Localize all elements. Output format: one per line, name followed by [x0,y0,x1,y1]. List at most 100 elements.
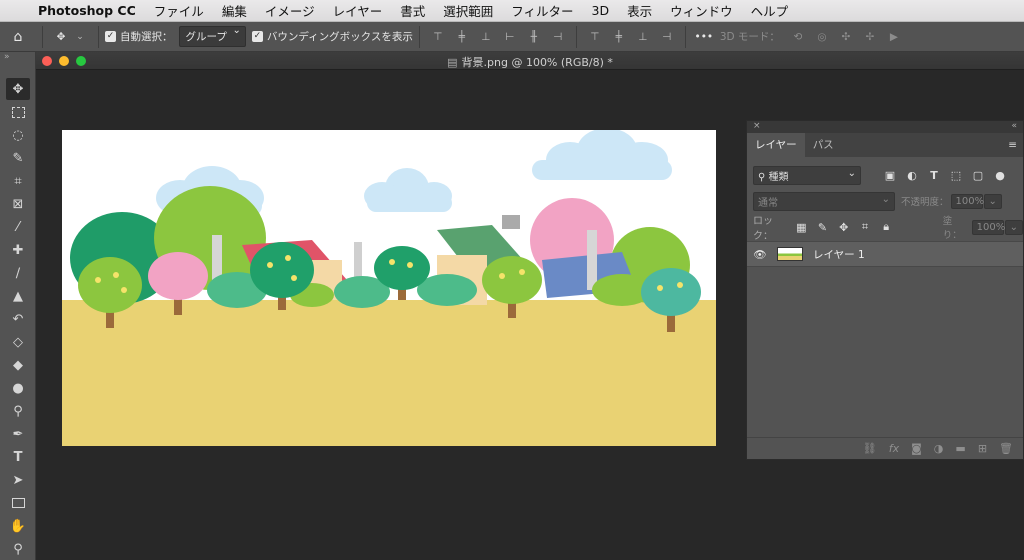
healing-brush-tool-icon[interactable]: ✚ [6,239,30,261]
lock-transparency-icon[interactable]: ▦ [795,220,808,234]
distribute-top-icon[interactable]: ⊤ [586,28,604,46]
bounding-box-checkbox[interactable] [251,31,263,42]
tools-panel: » ✥ ◌ ✎ ⌗ ⊠ ⁄ ✚ ∕ ▲ ↶ ◇ ◆ ● ⚲ ✒ T ➤ ✋ ⚲ [0,52,36,560]
ground-area [62,300,716,446]
3d-slide-icon[interactable]: ✢ [861,28,879,46]
fill-input[interactable]: 100% [971,219,1005,235]
canvas-image[interactable] [62,130,716,446]
stamp-tool-icon[interactable]: ▲ [6,285,30,307]
menu-image[interactable]: イメージ [265,1,315,20]
pixel-filter-icon[interactable]: ▣ [883,168,897,182]
layers-panel-tabs: レイヤー パス ≡ [747,133,1023,157]
home-icon[interactable]: ⌂ [9,28,27,46]
auto-select-dropdown[interactable]: グループ [178,25,246,47]
paint-bucket-tool-icon[interactable]: ◆ [6,354,30,376]
document-file-icon: ▤ [447,56,458,69]
layer-filter-row: ⚲ 種類 ⌄ ▣ ◐ T ⬚ ▢ ● [747,163,1023,187]
eraser-tool-icon[interactable]: ◇ [6,331,30,353]
menu-edit[interactable]: 編集 [222,1,247,20]
close-panel-icon[interactable]: × [753,121,761,131]
crop-tool-icon[interactable]: ⌗ [6,170,30,192]
document-title-text: 背景.png @ 100% (RGB/8) * [461,56,613,69]
distribute-vcenter-icon[interactable]: ╪ [610,28,628,46]
panel-menu-icon[interactable]: ≡ [1008,139,1017,151]
distribute-right-icon[interactable]: ⊣ [658,28,676,46]
quick-select-tool-icon[interactable]: ✎ [6,147,30,169]
align-top-icon[interactable]: ⊤ [429,28,447,46]
zoom-tool-icon[interactable]: ⚲ [6,538,30,560]
smart-object-filter-icon[interactable]: ▢ [971,168,985,182]
3d-roll-icon[interactable]: ◎ [813,28,831,46]
blur-tool-icon[interactable]: ● [6,377,30,399]
layer-row[interactable]: 👁︎ レイヤー 1 [747,241,1023,267]
tab-paths[interactable]: パス [805,133,842,157]
tab-layers[interactable]: レイヤー [747,133,805,157]
frame-tool-icon[interactable]: ⊠ [6,193,30,215]
layer-name[interactable]: レイヤー 1 [813,247,865,262]
new-layer-icon[interactable]: ⊞ [978,442,987,455]
eyedropper-tool-icon[interactable]: ⁄ [6,216,30,238]
layer-style-icon[interactable]: fx [889,442,899,455]
pen-tool-icon[interactable]: ✒ [6,423,30,445]
menu-select[interactable]: 選択範囲 [443,1,493,20]
lock-pixels-icon[interactable]: ✎ [816,220,829,234]
auto-select-checkbox[interactable] [105,31,116,42]
align-bottom-icon[interactable]: ⊥ [477,28,495,46]
align-vcenter-icon[interactable]: ╪ [453,28,471,46]
opacity-input[interactable]: 100% [950,193,984,209]
link-layers-icon[interactable]: ⛓︎ [863,442,877,455]
path-selection-tool-icon[interactable]: ➤ [6,469,30,491]
filter-toggle-icon[interactable]: ● [993,168,1007,182]
fill-dropdown[interactable]: ⌄ [1004,219,1024,235]
type-filter-icon[interactable]: T [927,168,941,182]
menu-type[interactable]: 書式 [400,1,425,20]
move-tool-icon[interactable]: ✥ [52,28,70,46]
collapse-panel-icon[interactable]: « [1011,121,1017,131]
opacity-dropdown[interactable]: ⌄ [983,193,1002,209]
shape-filter-icon[interactable]: ⬚ [949,168,963,182]
layer-thumbnail [777,247,803,261]
hand-tool-icon[interactable]: ✋ [6,515,30,537]
align-hcenter-icon[interactable]: ╫ [525,28,543,46]
chevron-down-icon[interactable]: ⌄ [71,28,89,46]
lock-artboard-icon[interactable]: ⌗ [858,220,871,234]
adjustment-layer-icon[interactable]: ◑ [934,442,944,455]
app-menu[interactable]: Photoshop CC [38,3,136,18]
menu-filter[interactable]: フィルター [511,1,573,20]
3d-scale-icon[interactable]: ▶ [885,28,903,46]
auto-select-label: 自動選択： [120,31,173,43]
rectangle-tool-icon[interactable] [6,492,30,514]
menu-help[interactable]: ヘルプ [751,1,789,20]
lasso-tool-icon[interactable]: ◌ [6,124,30,146]
menu-file[interactable]: ファイル [154,1,204,20]
blend-row: 通常 ⌄ 不透明度： 100% ⌄ [747,191,1023,211]
lock-all-icon[interactable]: 🔒︎ [880,220,893,234]
type-tool-icon[interactable]: T [6,446,30,468]
menu-3d[interactable]: 3D [592,3,610,18]
tools-panel-collapse[interactable]: » [0,52,35,66]
more-icon[interactable]: ••• [695,28,714,46]
brush-tool-icon[interactable]: ∕ [6,262,30,284]
lock-position-icon[interactable]: ✥ [837,220,850,234]
menu-window[interactable]: ウィンドウ [670,1,733,20]
distribute-bottom-icon[interactable]: ⊥ [634,28,652,46]
bounding-box-label: バウンディングボックスを表示 [266,31,413,43]
align-left-icon[interactable]: ⊢ [501,28,519,46]
trash-icon[interactable]: 🗑︎ [999,442,1013,455]
marquee-tool-icon[interactable] [6,101,30,123]
move-tool-icon[interactable]: ✥ [6,78,30,100]
align-right-icon[interactable]: ⊣ [549,28,567,46]
menu-view[interactable]: 表示 [627,1,652,20]
dodge-tool-icon[interactable]: ⚲ [6,400,30,422]
adjustment-filter-icon[interactable]: ◐ [905,168,919,182]
3d-pan-icon[interactable]: ✣ [837,28,855,46]
town-illustration [62,130,716,446]
add-mask-icon[interactable]: ◙ [911,442,922,455]
layer-filter-dropdown[interactable]: ⚲ 種類 ⌄ [753,165,861,185]
new-group-icon[interactable]: ▬ [955,442,965,455]
blend-mode-dropdown[interactable]: 通常 ⌄ [753,191,895,211]
visibility-eye-icon[interactable]: 👁︎ [747,248,773,261]
menu-layer[interactable]: レイヤー [333,1,383,20]
history-brush-tool-icon[interactable]: ↶ [6,308,30,330]
3d-orbit-icon[interactable]: ⟲ [789,28,807,46]
